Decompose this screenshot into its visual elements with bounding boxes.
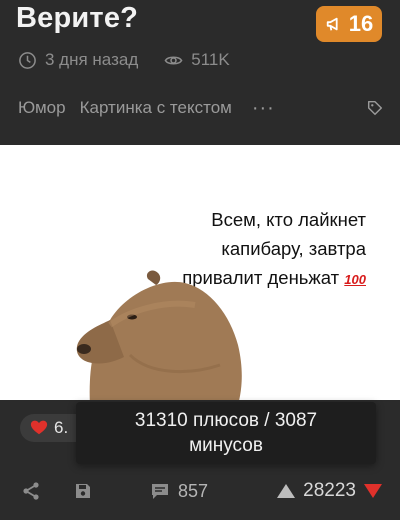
eye-icon [164,56,183,64]
caption-line: капибару, завтра [221,238,366,259]
megaphone-icon [326,17,338,31]
score-value: 28223 [303,480,356,501]
tag-humor[interactable]: Юмор [18,98,66,118]
tag-icon[interactable] [366,99,384,117]
view-count: 511K [191,50,230,69]
tooltip-line: 31310 плюсов / 3087 [134,410,318,431]
caption-line: Всем, кто лайкнет [211,209,366,230]
post-image[interactable]: Всем, кто лайкнет капибару, завтра прива… [0,145,400,400]
action-bar: 857 28223 [20,476,382,506]
more-tags-button[interactable]: ··· [252,98,275,118]
rating-badge[interactable]: 16 [316,6,382,42]
post-title[interactable]: Верите? [16,2,138,35]
heart-icon [30,420,48,435]
tag-list: Юмор Картинка с текстом ··· [18,98,384,118]
clock-icon [19,51,36,69]
save-icon [76,484,90,498]
share-button[interactable] [20,480,42,502]
post-time: 3 дня назад [45,50,139,69]
post-header: Верите? 16 3 дня назад 511K Юмор Картинк… [0,0,400,140]
share-icon [23,482,39,500]
hundred-points-emoji: 100 [344,272,366,287]
comments-button[interactable]: 857 [150,481,208,502]
comment-icon [152,484,168,499]
vote-tooltip: 31310 плюсов / 3087 минусов [76,402,376,464]
comment-count: 857 [178,480,209,501]
vote-controls: 28223 [277,480,382,502]
save-button[interactable] [72,480,94,502]
post-footer: 6. 31310 плюсов / 3087 минусов 857 28223 [0,400,400,520]
upvote-icon[interactable] [277,484,296,498]
capybara-illustration [76,270,242,400]
post-meta: 3 дня назад 511K [18,50,230,70]
like-count: 6. [54,418,69,437]
downvote-icon[interactable] [364,484,382,498]
tooltip-line: минусов [189,435,263,456]
tag-picture-with-text[interactable]: Картинка с текстом [80,98,232,118]
rating-value: 16 [348,11,374,36]
